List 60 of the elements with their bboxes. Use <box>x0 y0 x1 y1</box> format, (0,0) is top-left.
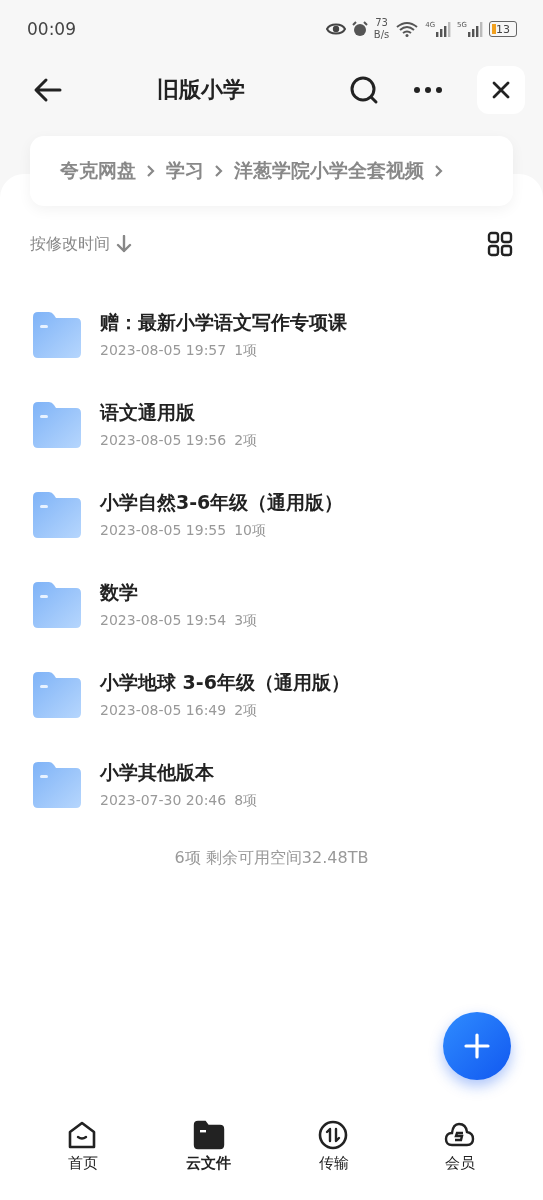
modified-date: 2023-07-30 20:46 <box>100 792 227 810</box>
page-title: 旧版小学 <box>157 76 245 104</box>
folder-name: 小学地球 3-6年级（通用版） <box>100 670 350 695</box>
item-count: 2项 <box>234 432 258 450</box>
folder-item[interactable]: 数学 2023-08-05 19:54 3项 <box>0 560 543 650</box>
signal-icon <box>435 21 452 37</box>
status-time: 00:09 <box>27 19 76 39</box>
chevron-icon <box>146 164 156 178</box>
modified-date: 2023-08-05 16:49 <box>100 702 227 720</box>
folder-icon <box>33 761 81 809</box>
nav-tab[interactable]: 首页 <box>42 1120 123 1200</box>
folder-name: 语文通用版 <box>100 400 196 425</box>
folder-name: 数学 <box>100 580 139 605</box>
breadcrumb-item[interactable]: 夸克网盘 <box>60 158 136 184</box>
nav-tab[interactable]: 云文件 <box>168 1120 249 1200</box>
modified-date: 2023-08-05 19:55 <box>100 522 227 540</box>
folder-name: 小学其他版本 <box>100 760 215 785</box>
breadcrumb-item[interactable]: 学习 <box>166 158 204 184</box>
folder-icon <box>33 581 81 629</box>
chevron-icon <box>214 164 224 178</box>
folder-icon <box>33 311 81 359</box>
alarm-icon <box>351 21 368 37</box>
item-count: 2项 <box>234 702 258 720</box>
close-button[interactable] <box>477 66 525 114</box>
sort-button[interactable]: 按修改时间 <box>30 233 132 255</box>
folder-item[interactable]: 小学自然3-6年级（通用版） 2023-08-05 19:55 10项 <box>0 470 543 560</box>
network-speed: 73 <box>375 17 388 29</box>
folder-name: 赠：最新小学语文写作专项课 <box>100 310 347 335</box>
modified-date: 2023-08-05 19:56 <box>100 432 227 450</box>
folder-icon <box>33 401 81 449</box>
nav-tab[interactable]: 会员 <box>420 1120 501 1200</box>
folder-item[interactable]: 小学其他版本 2023-07-30 20:46 8项 <box>0 740 543 830</box>
item-count: 3项 <box>234 612 258 630</box>
more-icon[interactable] <box>413 86 443 94</box>
battery-percent: 13 <box>496 22 510 36</box>
signal-icon <box>467 21 483 37</box>
item-count: 8项 <box>234 792 258 810</box>
network-speed-unit: B/s <box>373 29 390 41</box>
modified-date: 2023-08-05 19:54 <box>100 612 227 630</box>
nav-tab[interactable]: 传输 <box>294 1120 375 1200</box>
plus-icon <box>464 1033 490 1059</box>
search-icon[interactable] <box>349 75 379 105</box>
storage-summary: 6项 剩余可用空间32.48TB <box>173 848 370 869</box>
add-button[interactable] <box>443 1012 511 1080</box>
folder-item[interactable]: 赠：最新小学语文写作专项课 2023-08-05 19:57 1项 <box>0 290 543 380</box>
item-count: 1项 <box>234 342 258 360</box>
folder-item[interactable]: 语文通用版 2023-08-05 19:56 2项 <box>0 380 543 470</box>
arrow-down-icon <box>116 235 132 253</box>
grid-view-icon[interactable] <box>487 231 513 257</box>
folder-item[interactable]: 小学地球 3-6年级（通用版） 2023-08-05 16:49 2项 <box>0 650 543 740</box>
chevron-icon <box>434 164 444 178</box>
close-icon <box>492 81 510 99</box>
wifi-icon <box>395 21 420 37</box>
eye-icon <box>325 22 346 36</box>
folder-icon <box>33 671 81 719</box>
item-count: 10项 <box>234 522 266 540</box>
folder-name: 小学自然3-6年级（通用版） <box>100 490 344 515</box>
breadcrumb-item[interactable]: 洋葱学院小学全套视频 <box>234 158 424 184</box>
modified-date: 2023-08-05 19:57 <box>100 342 227 360</box>
folder-icon <box>33 491 81 539</box>
